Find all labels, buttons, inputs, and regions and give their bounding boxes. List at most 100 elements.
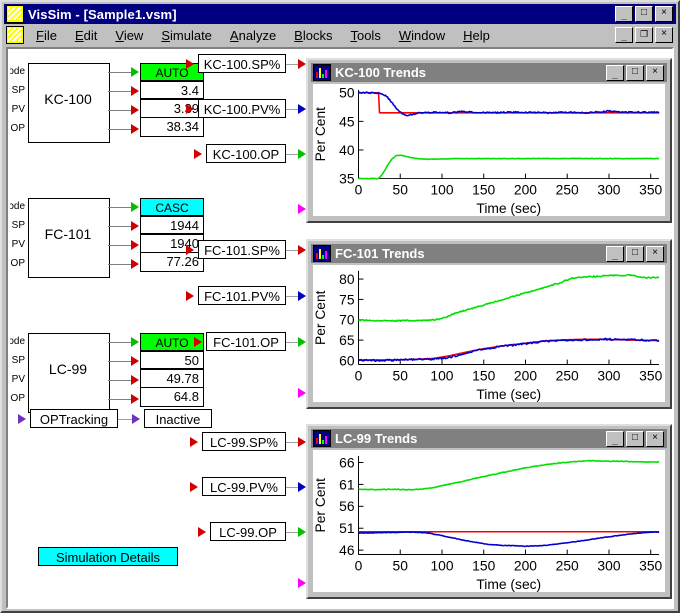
- plot-window-fc-101[interactable]: FC-101 Trends _ □ × 60 65 70 75 80 0 50 100 150 2…: [306, 239, 672, 409]
- plot-maximize-button[interactable]: □: [626, 430, 644, 447]
- controller-value-stack: CASC 1944 1940 77.26: [140, 198, 204, 272]
- connector-arrow-optracking-in: [18, 414, 26, 424]
- close-icon: ×: [652, 246, 658, 258]
- connector-arrow-in: [186, 291, 194, 301]
- svg-text:50: 50: [393, 557, 409, 573]
- svg-text:350: 350: [639, 181, 662, 197]
- menu-item-simulate-label: imulate: [170, 27, 212, 43]
- sp-value[interactable]: 3.4: [141, 82, 203, 100]
- connector-arrow-in: [186, 59, 194, 69]
- pin-label-op: OP: [10, 123, 25, 134]
- simulation-details-button[interactable]: Simulation Details: [38, 547, 178, 566]
- plot-title-bar[interactable]: KC-100 Trends _ □ ×: [311, 63, 667, 82]
- wire-sp: [108, 361, 132, 362]
- signal-label[interactable]: LC-99.SP%: [202, 432, 286, 451]
- signal-label[interactable]: FC-101.PV%: [198, 286, 286, 305]
- connector-arrow-sp: [131, 221, 139, 231]
- svg-text:350: 350: [639, 557, 662, 573]
- signal-label[interactable]: FC-101.SP%: [198, 240, 286, 259]
- plot-window-kc-100[interactable]: KC-100 Trends _ □ × 35 40 45 50 0 50 100 150 200…: [306, 58, 672, 223]
- menu-item-blocks[interactable]: Blocks: [285, 26, 341, 45]
- mdi-restore-button[interactable]: ❐: [635, 27, 653, 43]
- window-title: VisSim - [Sample1.vsm]: [28, 6, 177, 22]
- op-value[interactable]: 64.8: [141, 388, 203, 406]
- close-button[interactable]: ×: [655, 6, 673, 22]
- document-icon: [6, 26, 24, 44]
- signal-label[interactable]: FC-101.OP: [206, 332, 286, 351]
- mdi-minimize-button[interactable]: _: [615, 27, 633, 43]
- minimize-button[interactable]: _: [615, 6, 633, 22]
- controller-value-stack: AUTO 3.4 3.39 38.34: [140, 63, 204, 137]
- maximize-button[interactable]: □: [635, 6, 653, 22]
- connector-arrow-out: [298, 527, 306, 537]
- menu-item-edit[interactable]: Edit: [66, 26, 106, 45]
- menu-item-analyze-label: nalyze: [238, 27, 277, 43]
- maximize-icon: □: [631, 246, 639, 258]
- sp-value[interactable]: 50: [141, 352, 203, 370]
- wire-mode: [108, 342, 132, 343]
- wire-sp: [108, 226, 132, 227]
- sp-value[interactable]: 1944: [141, 217, 203, 235]
- block-diagram-canvas[interactable]: KC-100 Mode SP PV OP AUTO 3.4 3.39 38.34: [10, 51, 672, 607]
- plot-close-button[interactable]: ×: [646, 430, 664, 447]
- connector-arrow-out: [298, 337, 306, 347]
- plot-minimize-button[interactable]: _: [606, 245, 624, 262]
- plot-maximize-button[interactable]: □: [626, 64, 644, 81]
- svg-text:100: 100: [430, 181, 453, 197]
- menu-item-window[interactable]: Window: [390, 26, 454, 45]
- minimize-icon: _: [612, 434, 618, 446]
- menu-item-file[interactable]: File: [27, 26, 66, 45]
- connector-arrow-fc-101-extra: [298, 388, 306, 398]
- mode-value[interactable]: CASC: [141, 199, 203, 217]
- chart-svg: 35 40 45 50 0 50 100 150 200 250 300 350 Time (sec) P…: [313, 85, 663, 216]
- pv-value[interactable]: 49.78: [141, 370, 203, 388]
- menu-item-tools-label: ools: [356, 27, 381, 43]
- menu-item-view[interactable]: View: [106, 26, 152, 45]
- controller-name: KC-100: [44, 91, 92, 107]
- vissim-icon: [6, 5, 24, 23]
- plot-close-button[interactable]: ×: [646, 64, 664, 81]
- signal-label[interactable]: LC-99.OP: [210, 522, 286, 541]
- mdi-close-button[interactable]: ×: [655, 27, 673, 43]
- plot-title-bar[interactable]: LC-99 Trends _ □ ×: [311, 429, 667, 448]
- svg-text:Time (sec): Time (sec): [476, 200, 541, 216]
- pin-label-op: OP: [10, 258, 25, 269]
- op-tracking-block[interactable]: OPTracking: [30, 409, 118, 428]
- signal-label[interactable]: KC-100.OP: [206, 144, 286, 163]
- plot-title: LC-99 Trends: [335, 431, 418, 446]
- signal-label[interactable]: KC-100.PV%: [198, 99, 286, 118]
- op-value[interactable]: 77.26: [141, 253, 203, 271]
- op-value[interactable]: 38.34: [141, 118, 203, 136]
- connector-arrow-out: [298, 437, 306, 447]
- svg-text:50: 50: [339, 85, 355, 101]
- pin-label-sp: SP: [11, 355, 25, 366]
- plot-close-button[interactable]: ×: [646, 245, 664, 262]
- plot-window-controls: _ □ ×: [606, 245, 664, 262]
- pin-label-pv: PV: [11, 239, 25, 250]
- plot-icon: [313, 430, 331, 447]
- plot-maximize-button[interactable]: □: [626, 245, 644, 262]
- svg-text:Per Cent: Per Cent: [313, 107, 328, 162]
- plot-minimize-button[interactable]: _: [606, 64, 624, 81]
- svg-text:250: 250: [556, 181, 579, 197]
- svg-text:75: 75: [339, 291, 355, 307]
- title-bar: VisSim - [Sample1.vsm] _ □ ×: [4, 4, 676, 24]
- menu-item-tools[interactable]: Tools: [341, 26, 389, 45]
- plot-window-lc-99[interactable]: LC-99 Trends _ □ × 46 51 56 61 66 0 50 100 150 20…: [306, 424, 672, 599]
- svg-text:350: 350: [639, 367, 662, 383]
- menu-item-analyze[interactable]: Analyze: [221, 26, 285, 45]
- pin-label-pv: PV: [11, 374, 25, 385]
- plot-title-bar[interactable]: FC-101 Trends _ □ ×: [311, 244, 667, 263]
- connector-arrow-mode: [131, 202, 139, 212]
- svg-text:66: 66: [339, 454, 355, 470]
- pin-label-mode: Mode: [10, 66, 25, 77]
- svg-text:Per Cent: Per Cent: [313, 290, 328, 345]
- signal-label[interactable]: LC-99.PV%: [202, 477, 286, 496]
- menu-item-help[interactable]: Help: [454, 26, 499, 45]
- wire-pv: [108, 380, 132, 381]
- menu-item-simulate[interactable]: Simulate: [152, 26, 221, 45]
- plot-window-controls: _ □ ×: [606, 430, 664, 447]
- svg-text:56: 56: [339, 498, 355, 514]
- signal-label[interactable]: KC-100.SP%: [198, 54, 286, 73]
- plot-minimize-button[interactable]: _: [606, 430, 624, 447]
